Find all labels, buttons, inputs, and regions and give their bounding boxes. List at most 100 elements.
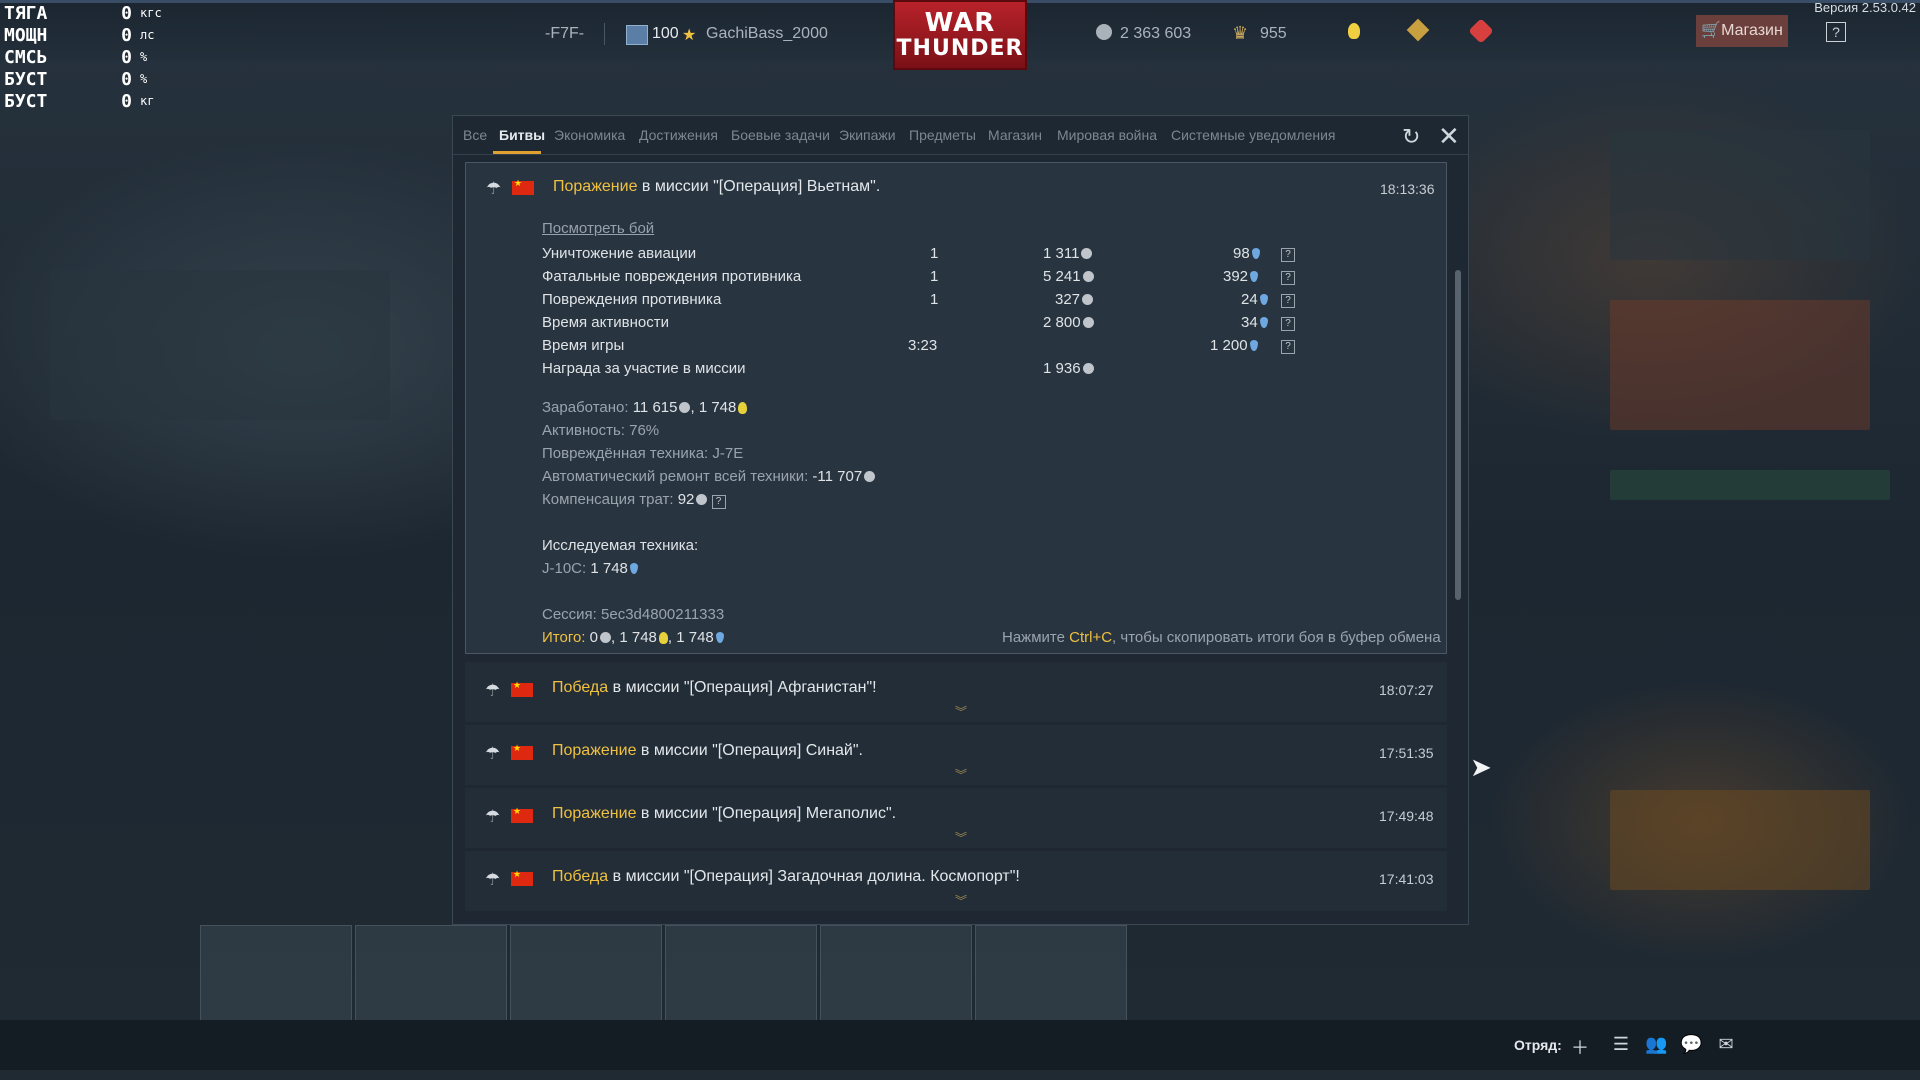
silver-lions-icon [696, 494, 708, 505]
research-points-icon [715, 632, 724, 643]
list-icon[interactable]: ☰ [1610, 1034, 1632, 1056]
lightbulb-icon [658, 632, 668, 644]
help-icon[interactable]: ? [1281, 340, 1295, 354]
chevron-down-icon[interactable]: ︾ [955, 703, 967, 720]
chat-icon[interactable]: 💬 [1680, 1034, 1702, 1056]
battle-message[interactable]: ☂ Поражение в миссии "[Операция] Синай".… [465, 725, 1447, 785]
damaged-vehicle-line: Повреждённая техника: J-7E [542, 445, 744, 462]
battle-message-expanded: ☂ Поражение в миссии "[Операция] Вьетнам… [465, 162, 1447, 654]
refresh-icon[interactable]: ↻ [1402, 124, 1420, 150]
china-flag-icon [512, 178, 534, 195]
tab-economy[interactable]: Экономика [554, 127, 625, 143]
silver-lions-icon [679, 402, 691, 413]
help-button[interactable]: ? [1826, 22, 1846, 42]
battle-message[interactable]: ☂ Победа в миссии "[Операция] Загадочная… [465, 851, 1447, 911]
total-rp-2: 1 748 [676, 629, 714, 646]
help-icon[interactable]: ? [711, 495, 726, 509]
messages-scrollbar[interactable] [1455, 270, 1461, 600]
player-nickname[interactable]: GachiBass_2000 [706, 25, 828, 43]
research-points-icon [629, 563, 638, 574]
rp-value: 34 [1241, 314, 1258, 331]
lightbulb-icon[interactable] [1348, 23, 1360, 39]
mission-name: в миссии "[Операция] Вьетнам". [637, 178, 881, 195]
session-id: Сессия: 5ec3d4800211333 [542, 606, 725, 623]
vehicle-slot[interactable] [975, 925, 1127, 1022]
vehicle-slot[interactable] [820, 925, 972, 1022]
rp-value: 98 [1233, 245, 1250, 262]
compensation-value: 92 [677, 491, 695, 508]
research-line: J-10C: 1 748 [542, 560, 638, 577]
premium-icon[interactable] [1406, 18, 1430, 42]
china-flag-icon [511, 806, 533, 823]
hud-row: ТЯГА 0 кгс [4, 2, 162, 24]
reward-name: Уничтожение авиации [542, 245, 697, 262]
bottom-bar: Отряд: ＋ ☰ 👥 💬 ✉ [0, 1020, 1920, 1070]
active-tab-indicator [493, 151, 541, 154]
hud-value: 0 [121, 46, 132, 68]
lions-value: 327 [1055, 291, 1081, 308]
divider [604, 23, 615, 45]
message-time: 17:41:03 [1379, 871, 1434, 887]
flight-hud: ТЯГА 0 кгс МОЩН 0 лс СМСЬ 0% БУСТ 0% БУСТ 0 кг [4, 2, 162, 112]
view-battle-link[interactable]: Посмотреть бой [542, 220, 654, 237]
hud-row: СМСЬ 0% [4, 46, 162, 68]
tab-battles[interactable]: Битвы [499, 127, 545, 143]
war-thunder-logo[interactable]: WAR THUNDER [893, 0, 1027, 70]
mission-name: в миссии "[Операция] Загадочная долина. … [608, 868, 1020, 885]
chevron-down-icon[interactable]: ︾ [955, 829, 967, 846]
tab-all[interactable]: Все [463, 127, 487, 143]
tab-crews[interactable]: Экипажи [839, 127, 896, 143]
compensation-line: Компенсация трат: 92 ? [542, 491, 726, 509]
help-icon[interactable]: ? [1281, 271, 1295, 285]
lightbulb-icon [738, 402, 748, 414]
research-points-icon [1249, 340, 1258, 351]
hud-unit: % [140, 72, 148, 86]
mail-icon[interactable]: ✉ [1715, 1034, 1737, 1056]
battle-message[interactable]: ☂ Победа в миссии "[Операция] Афганистан… [465, 662, 1447, 722]
message-time: 17:49:48 [1379, 808, 1434, 824]
lions-value: 2 800 [1043, 314, 1081, 331]
parachute-icon: ☂ [485, 807, 501, 826]
reward-name: Время игры [542, 337, 625, 354]
vehicle-slot[interactable] [665, 925, 817, 1022]
tab-battle-tasks[interactable]: Боевые задачи [731, 127, 830, 143]
vehicle-slot[interactable] [355, 925, 507, 1022]
hud-value: 0 [121, 68, 132, 90]
tab-world-war[interactable]: Мировая война [1057, 127, 1157, 143]
background-panel [50, 270, 390, 420]
battle-message[interactable]: ☂ Поражение в миссии "[Операция] Мегапол… [465, 788, 1447, 848]
help-icon[interactable]: ? [1281, 248, 1295, 262]
message-title: Победа в миссии "[Операция] Загадочная д… [552, 868, 1020, 886]
add-squad-member-icon[interactable]: ＋ [1569, 1034, 1591, 1058]
reward-count: 1 [930, 291, 939, 308]
parachute-icon: ☂ [485, 744, 501, 763]
earned-rp: 1 748 [698, 399, 737, 416]
silver-lions-icon [864, 471, 876, 482]
parachute-icon: ☂ [485, 870, 501, 889]
china-flag-icon [511, 869, 533, 886]
tab-system-notifications[interactable]: Системные уведомления [1171, 127, 1336, 143]
tab-shop[interactable]: Магазин [988, 127, 1042, 143]
repair-value: -11 707 [812, 468, 863, 485]
vehicle-slot[interactable] [510, 925, 662, 1022]
chevron-down-icon[interactable]: ︾ [955, 892, 967, 909]
close-icon[interactable]: ✕ [1438, 121, 1460, 152]
hud-label: СМСЬ [4, 46, 48, 68]
earned-line: Заработано: 11 615, 1 748 [542, 399, 748, 416]
tab-items[interactable]: Предметы [909, 127, 976, 143]
chevron-down-icon[interactable]: ︾ [955, 766, 967, 783]
hud-unit: кг [140, 94, 155, 108]
research-points-icon [1251, 248, 1260, 259]
reward-name: Фатальные повреждения противника [542, 268, 802, 285]
help-icon[interactable]: ? [1281, 317, 1295, 331]
hint-pre: Нажмите [1002, 629, 1070, 646]
profile-icon[interactable] [626, 25, 648, 45]
shop-button[interactable]: 🛒Магазин [1696, 15, 1788, 47]
research-points-icon [1259, 317, 1268, 328]
tab-achievements[interactable]: Достижения [639, 127, 718, 143]
help-icon[interactable]: ? [1281, 294, 1295, 308]
message-time: 18:07:27 [1379, 682, 1434, 698]
vehicle-slot[interactable] [200, 925, 352, 1022]
coupon-icon[interactable] [1468, 18, 1494, 44]
contacts-icon[interactable]: 👥 [1645, 1034, 1667, 1056]
